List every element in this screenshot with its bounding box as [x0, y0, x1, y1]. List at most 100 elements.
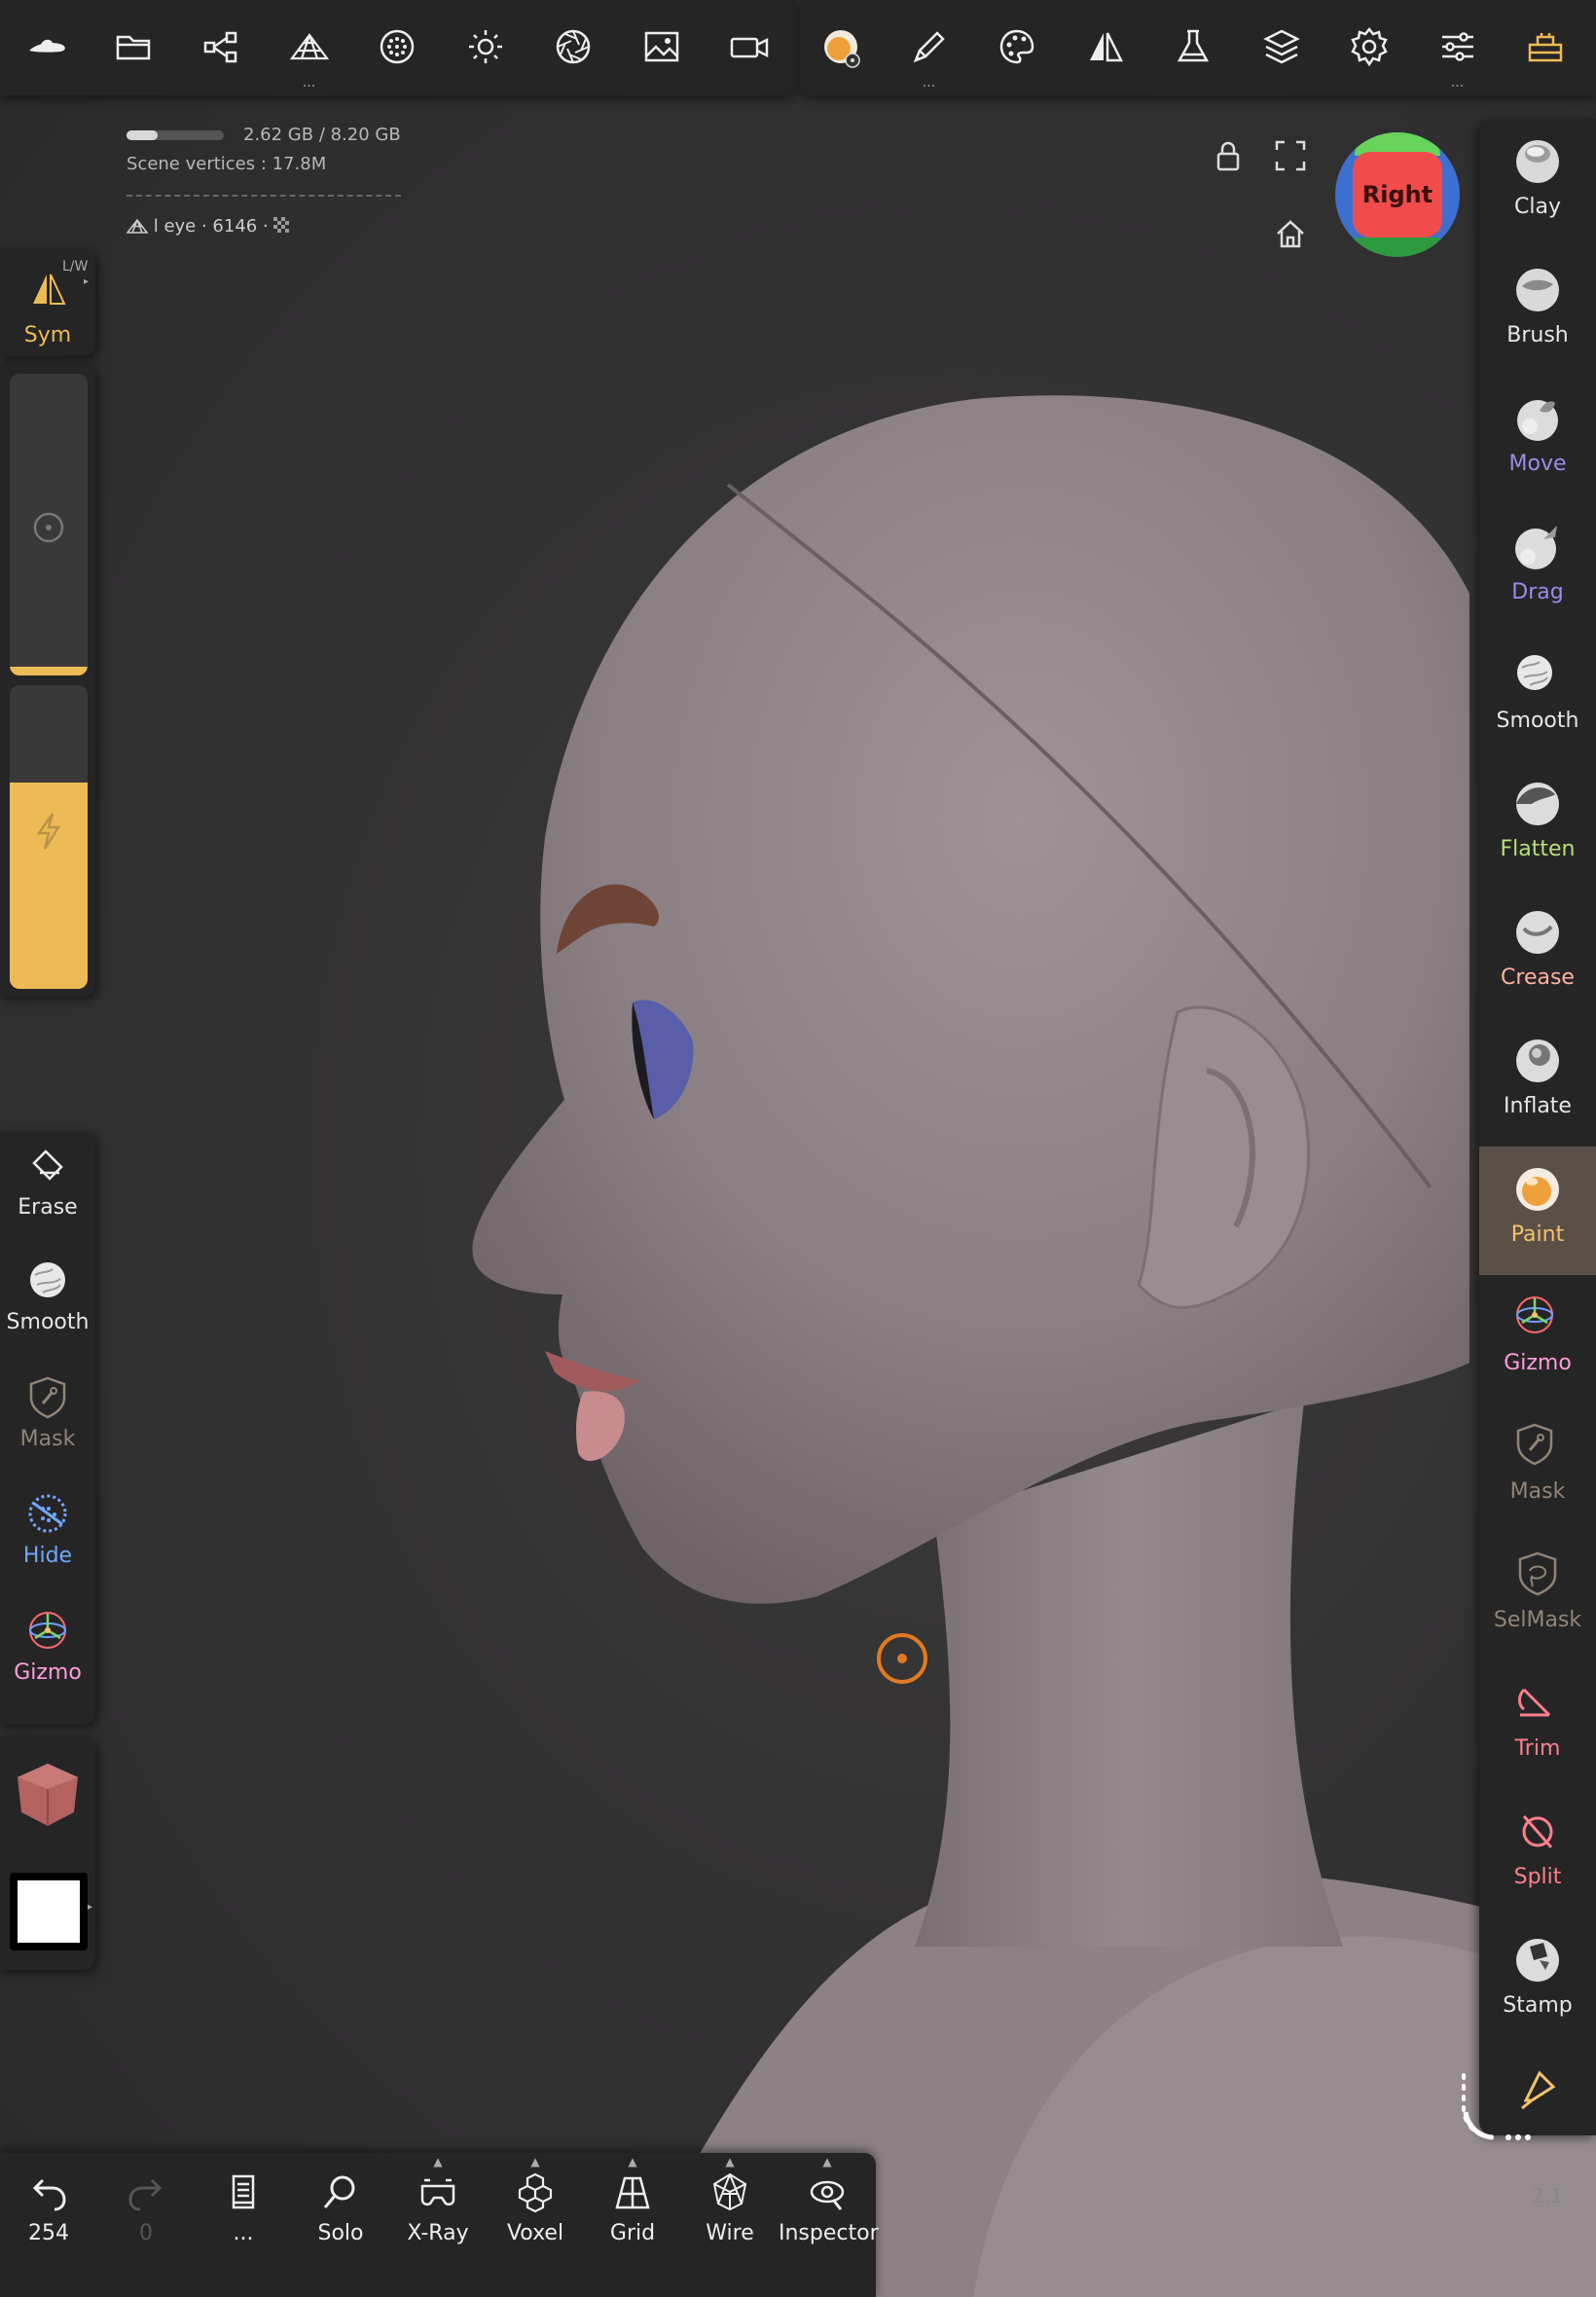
video-camera-button[interactable]	[720, 18, 779, 76]
selmask-icon	[1518, 1551, 1557, 1596]
tool-label: Crease	[1501, 966, 1575, 990]
quick-tool-erase[interactable]: Erase	[0, 1141, 95, 1220]
tool-inflate[interactable]: Inflate	[1479, 1018, 1596, 1147]
grid-button[interactable]: ▲ Grid	[584, 2155, 681, 2245]
material-sphere-button[interactable]	[368, 18, 426, 76]
home-icon[interactable]	[1273, 216, 1308, 251]
bottom-tool-label: 254	[28, 2221, 69, 2245]
voxel-button[interactable]: ▲ Voxel	[487, 2155, 584, 2245]
inspector-icon	[810, 2180, 845, 2210]
tool-selmask[interactable]: SelMask	[1479, 1532, 1596, 1660]
scene-graph-button[interactable]	[192, 18, 250, 76]
tool-drag[interactable]: Drag	[1479, 504, 1596, 633]
bottom-tool-label: Inspector	[779, 2221, 879, 2245]
radius-slider[interactable]	[10, 374, 88, 675]
pivot-marker-dot	[897, 1654, 907, 1663]
topology-button[interactable]: ...	[280, 18, 339, 90]
tool-mask[interactable]: Mask	[1479, 1404, 1596, 1532]
inspector-button[interactable]: ▲ Inspector	[779, 2155, 879, 2245]
sliders-icon	[1441, 32, 1473, 61]
bottom-tool-label: Voxel	[506, 2221, 564, 2245]
inflate-icon	[1516, 1039, 1559, 1082]
interface-button[interactable]	[1516, 18, 1575, 76]
paint-color-swatch[interactable]	[10, 1873, 88, 1951]
xray-button[interactable]: ▲ X-Ray	[389, 2155, 487, 2245]
light-button[interactable]	[456, 18, 515, 76]
background-image-button[interactable]	[633, 18, 691, 76]
quick-tool-smooth[interactable]: Smooth	[0, 1256, 95, 1334]
tool-gizmo[interactable]: Gizmo	[1479, 1275, 1596, 1404]
tool-label: Move	[1508, 452, 1567, 476]
quick-tool-label: Mask	[19, 1427, 76, 1451]
panel-handle-icon[interactable]	[1456, 2069, 1543, 2157]
trim-icon	[1518, 1688, 1551, 1717]
scene-graph-icon	[203, 31, 237, 63]
tool-clay[interactable]: Clay	[1479, 119, 1596, 247]
selected-object[interactable]: l eye · 6146 ·	[126, 216, 291, 237]
paint-color-fill	[18, 1880, 80, 1943]
history-icon	[232, 2174, 255, 2209]
tool-paint[interactable]: Paint	[1479, 1147, 1596, 1275]
tool-brush[interactable]: Brush	[1479, 247, 1596, 376]
nomad-logo-button[interactable]	[16, 18, 74, 76]
history-button[interactable]: ...	[195, 2170, 292, 2245]
bottom-tool-label: 0	[139, 2221, 153, 2245]
layers-button[interactable]	[1252, 18, 1311, 76]
mask-icon	[29, 1376, 66, 1419]
stroke-button[interactable]: ...	[900, 18, 959, 90]
tool-crease[interactable]: Crease	[1479, 890, 1596, 1018]
crease-icon	[1516, 911, 1559, 954]
paint-icon	[1516, 1168, 1559, 1211]
navigation-cube[interactable]: Right	[1335, 132, 1460, 257]
radius-slider-fill	[10, 666, 88, 675]
quick-tool-label: Smooth	[6, 1310, 90, 1334]
eraser-icon	[32, 1149, 63, 1181]
3d-viewport[interactable]	[0, 0, 1596, 2297]
drag-icon	[1515, 526, 1557, 569]
symmetry-button[interactable]: Sym	[0, 265, 95, 347]
navcube-front-face[interactable]: Right	[1353, 152, 1442, 237]
wireframe-button[interactable]: ▲ Wire	[681, 2155, 779, 2245]
palette-icon	[999, 29, 1034, 64]
tool-move[interactable]: Move	[1479, 376, 1596, 504]
tool-flatten[interactable]: Flatten	[1479, 761, 1596, 890]
lock-icon[interactable]	[1211, 138, 1246, 173]
tool-stamp[interactable]: Stamp	[1479, 1917, 1596, 2046]
material-sphere-icon	[380, 29, 415, 64]
video-camera-icon	[730, 37, 769, 58]
camera-aperture-button[interactable]	[544, 18, 602, 76]
flatten-icon	[1516, 783, 1559, 825]
quick-tool-gizmo[interactable]: Gizmo	[0, 1606, 95, 1685]
palette-button[interactable]	[988, 18, 1046, 76]
redo-button[interactable]: 0	[97, 2170, 195, 2245]
tool-smooth[interactable]: Smooth	[1479, 633, 1596, 761]
symmetry-button[interactable]	[1076, 18, 1135, 76]
layers-icon	[1262, 29, 1300, 64]
flask-icon	[1177, 29, 1210, 62]
intensity-slider[interactable]	[10, 685, 88, 989]
undo-button[interactable]: 254	[0, 2170, 97, 2245]
material-preview[interactable]	[12, 1758, 84, 1830]
radius-icon	[33, 512, 64, 543]
paint-material-button[interactable]	[812, 18, 870, 76]
tool-split[interactable]: Split	[1479, 1789, 1596, 1917]
quick-tool-mask[interactable]: Mask	[0, 1372, 95, 1451]
folder-button[interactable]	[104, 18, 163, 76]
memory-text: 2.62 GB / 8.20 GB	[243, 125, 401, 145]
solo-button[interactable]: Solo	[292, 2170, 389, 2245]
sculpt-model[interactable]	[0, 0, 1596, 2297]
navcube-bottom-face[interactable]	[1355, 237, 1440, 257]
clay-icon	[1516, 140, 1559, 183]
quick-tool-hide[interactable]: Hide	[0, 1489, 95, 1568]
voxel-icon	[518, 2172, 553, 2213]
gizmo-icon	[1516, 1296, 1553, 1333]
sliders-button[interactable]: ...	[1429, 18, 1487, 90]
tools-panel: Clay Brush Move Drag Smooth Flatten Crease Infl…	[1479, 119, 1596, 2135]
caret-up-icon: ▲	[628, 2155, 637, 2169]
tool-trim[interactable]: Trim	[1479, 1660, 1596, 1789]
flask-button[interactable]	[1164, 18, 1222, 76]
settings-button[interactable]	[1340, 18, 1398, 76]
paint-material-icon	[824, 30, 860, 68]
fullscreen-icon[interactable]	[1273, 138, 1308, 173]
bottom-tool-label: Solo	[317, 2221, 364, 2245]
